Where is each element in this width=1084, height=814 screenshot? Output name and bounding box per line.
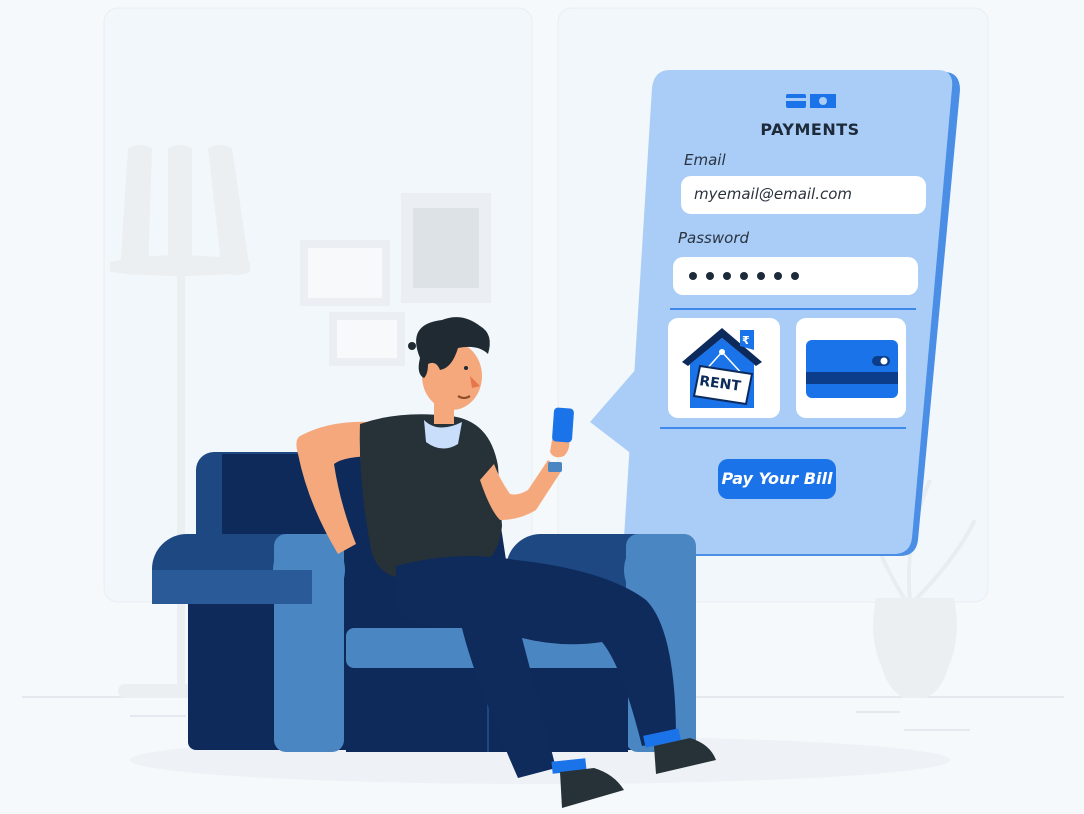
credit-card-icon [806, 340, 898, 398]
phone-icon [552, 407, 574, 443]
payments-title: PAYMENTS [760, 120, 860, 139]
email-label: Email [684, 151, 726, 169]
wallet-cash-icon [786, 94, 836, 108]
scene: ₹ [22, 7, 1064, 808]
pay-bill-button[interactable]: Pay Your Bill [718, 459, 836, 499]
email-value: myemail@email.com [694, 185, 853, 203]
illustration: ₹ PAYMENTS Email myemail@email.com Passw… [0, 0, 1084, 814]
currency-symbol: ₹ [742, 334, 750, 347]
password-label: Password [678, 229, 750, 247]
